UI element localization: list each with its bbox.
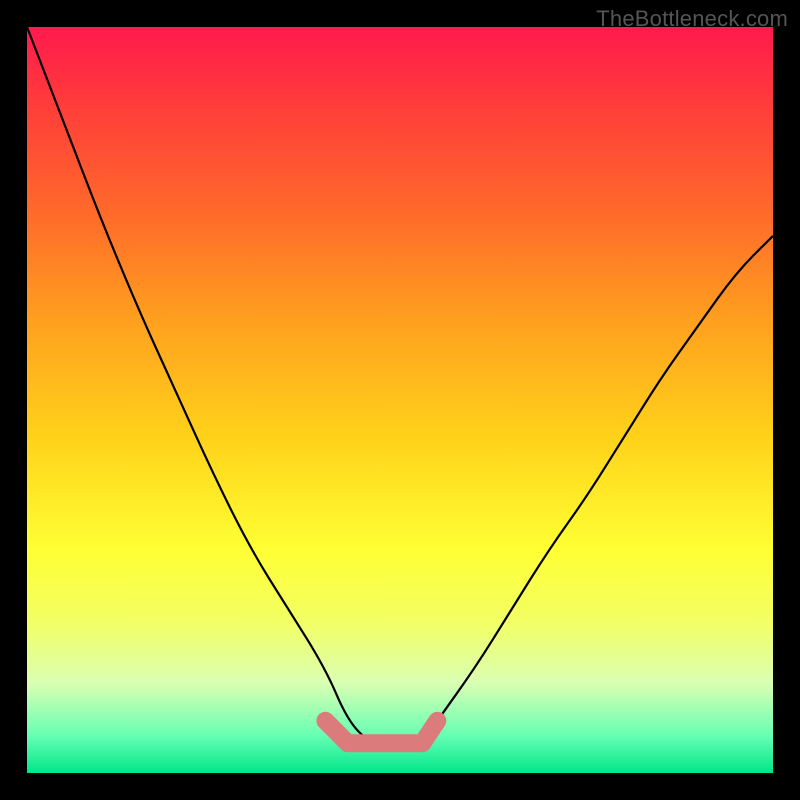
chart-frame: TheBottleneck.com — [0, 0, 800, 800]
plot-area — [27, 27, 773, 773]
watermark-text: TheBottleneck.com — [596, 6, 788, 32]
curve-layer — [27, 27, 773, 773]
bottleneck-curve — [27, 27, 773, 743]
highlight-segment — [325, 721, 437, 743]
